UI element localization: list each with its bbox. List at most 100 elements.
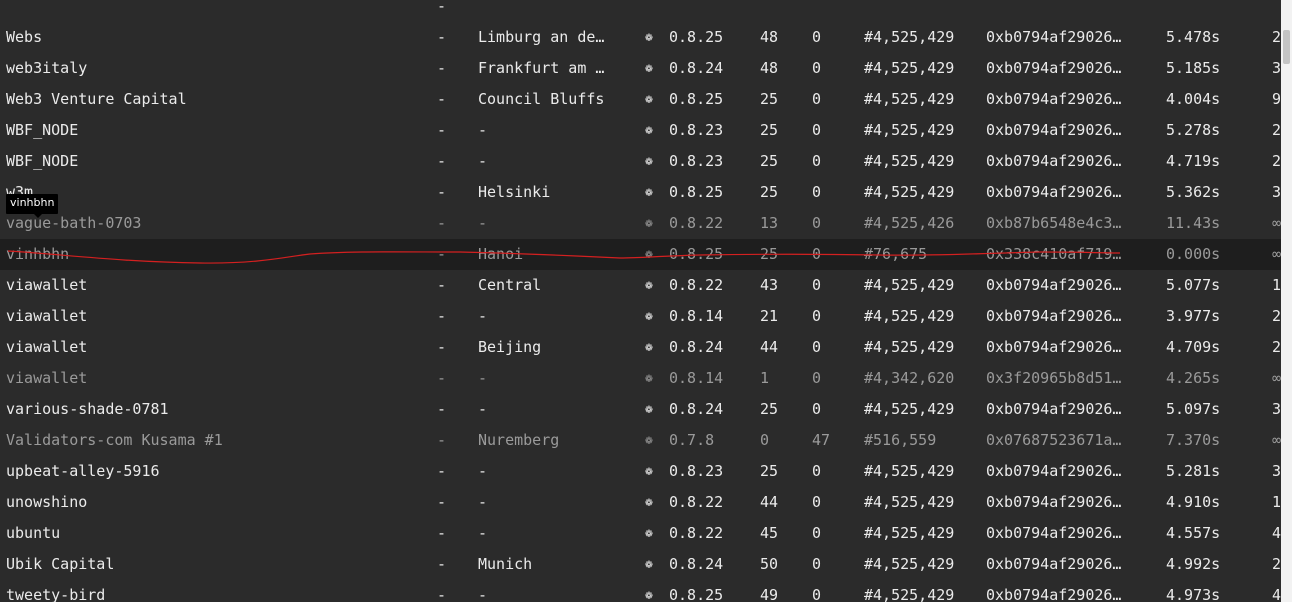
node-name: viawallet: [6, 369, 88, 387]
table-row[interactable]: viawallet - Central ❁ 0.8.22 43 0 #4,525,429 0xb…: [0, 270, 1281, 301]
cpu-icon: ❁: [645, 588, 653, 602]
peer-count: 1: [760, 369, 770, 387]
peer-count: 13: [760, 214, 779, 232]
peer-count: 25: [760, 245, 779, 263]
table-row[interactable]: web3italy - Frankfurt am … ❁ 0.8.24 48 0 #4,525…: [0, 53, 1281, 84]
block-hash: 0x3f20965b8d51…: [986, 369, 1122, 387]
table-row[interactable]: various-shade-0781 - - ❁ 0.8.24 25 0 #4,525,429…: [0, 394, 1281, 425]
pending-txs: 0: [812, 493, 822, 511]
location: -: [478, 152, 488, 170]
location: Nuremberg: [478, 431, 560, 449]
table-row[interactable]: WBF_NODE - - ❁ 0.8.23 25 0 #4,525,429 0xb0794af2…: [0, 115, 1281, 146]
block-time: 5.362s: [1166, 183, 1221, 201]
node-name: viawallet: [6, 307, 88, 325]
table-row[interactable]: viawallet - Beijing ❁ 0.8.24 44 0 #4,525,429 0xb…: [0, 332, 1281, 363]
propagation: 2: [1272, 307, 1281, 325]
best-block: #4,525,429: [864, 59, 955, 77]
pending-txs: 0: [812, 369, 822, 387]
version: 0.8.23: [669, 152, 724, 170]
pending-txs: 0: [812, 121, 822, 139]
version: 0.8.25: [669, 90, 724, 108]
node-name: Ubik Capital: [6, 555, 115, 573]
propagation: 1: [1272, 493, 1281, 511]
block-time: 4.719s: [1166, 152, 1221, 170]
table-row[interactable]: viawallet - - ❁ 0.8.14 21 0 #4,525,429 0xb0794af…: [0, 301, 1281, 332]
table-row[interactable]: upbeat-alley-5916 - - ❁ 0.8.23 25 0 #4,525,429 0…: [0, 456, 1281, 487]
block-time: 0.000s: [1166, 245, 1221, 263]
node-name: vinhbhn: [6, 245, 70, 263]
table-row[interactable]: Webs - Limburg an de… ❁ 0.8.25 48 0 #4,525,429 0…: [0, 22, 1281, 53]
block-hash: 0xb0794af29026…: [986, 59, 1122, 77]
implementation: -: [437, 28, 447, 46]
pending-txs: 0: [812, 338, 822, 356]
vertical-scrollbar[interactable]: [1281, 0, 1292, 602]
peer-count: 25: [760, 152, 779, 170]
block-hash: 0xb0794af29026…: [986, 462, 1122, 480]
block-time: 4.910s: [1166, 493, 1221, 511]
block-hash: 0xb0794af29026…: [986, 276, 1122, 294]
propagation: 9: [1272, 90, 1281, 108]
pending-txs: 0: [812, 152, 822, 170]
node-name: web3italy: [6, 59, 88, 77]
scrollbar-thumb[interactable]: [1283, 30, 1290, 64]
block-hash: 0xb0794af29026…: [986, 586, 1122, 602]
block-hash: 0xb0794af29026…: [986, 555, 1122, 573]
cpu-icon: ❁: [645, 123, 653, 138]
table-row[interactable]: unowshino - - ❁ 0.8.22 44 0 #4,525,429 0xb0794af…: [0, 487, 1281, 518]
cpu-icon: ❁: [645, 61, 653, 76]
table-row[interactable]: tweety-bird - - ❁ 0.8.25 49 0 #4,525,429 0xb0794…: [0, 580, 1281, 602]
block-time: 4.709s: [1166, 338, 1221, 356]
peer-count: 21: [760, 307, 779, 325]
propagation: ∞: [1272, 431, 1281, 449]
table-row[interactable]: viawallet - - ❁ 0.8.14 1 0 #4,342,620 0x3f20965b…: [0, 363, 1281, 394]
version: 0.8.22: [669, 524, 724, 542]
version: 0.7.8: [669, 431, 715, 449]
table-row[interactable]: vague-bath-0703 - - ❁ 0.8.22 13 0 #4,525,426 0xb…: [0, 208, 1281, 239]
implementation: -: [437, 183, 447, 201]
propagation: 2: [1272, 338, 1281, 356]
table-row[interactable]: ubuntu - - ❁ 0.8.22 45 0 #4,525,429 0xb0794af290…: [0, 518, 1281, 549]
table-row[interactable]: w3m - Helsinki ❁ 0.8.25 25 0 #4,525,429 0xb0794a…: [0, 177, 1281, 208]
best-block: #4,525,429: [864, 307, 955, 325]
peer-count: 0: [760, 431, 770, 449]
peer-count: 45: [760, 524, 779, 542]
location: -: [478, 586, 488, 602]
cpu-icon: ❁: [645, 371, 653, 386]
node-name: WBF_NODE: [6, 152, 79, 170]
implementation: -: [437, 152, 447, 170]
cpu-icon: ❁: [645, 340, 653, 355]
table-row[interactable]: Ubik Capital - Munich ❁ 0.8.24 50 0 #4,525,429 0…: [0, 549, 1281, 580]
propagation: 3: [1272, 462, 1281, 480]
table-row[interactable]: Validators-com Kusama #1 - Nuremberg ❁ 0.7.8…: [0, 425, 1281, 456]
peer-count: 25: [760, 183, 779, 201]
location: -: [478, 400, 488, 418]
node-name: WBF_NODE: [6, 121, 79, 139]
peer-count: 49: [760, 586, 779, 602]
block-hash: 0x07687523671a…: [986, 431, 1122, 449]
propagation: ∞: [1272, 369, 1281, 387]
table-row[interactable]: -: [0, 0, 1281, 22]
implementation: -: [437, 369, 447, 387]
node-table: - Webs - Limburg an de… ❁ 0.8.25 48 0 #4,525,429…: [0, 0, 1281, 602]
node-name: ubuntu: [6, 524, 61, 542]
cpu-icon: ❁: [645, 402, 653, 417]
pending-txs: 0: [812, 183, 822, 201]
propagation: ∞: [1272, 214, 1281, 232]
block-time: 4.992s: [1166, 555, 1221, 573]
node-name: Validators-com Kusama #1: [6, 431, 223, 449]
table-row[interactable]: vinhbhn - Hanoi ❁ 0.8.25 25 0 #76,675 0x338c410a…: [0, 239, 1281, 270]
table-row[interactable]: Web3 Venture Capital - Council Bluffs ❁ 0.8.…: [0, 84, 1281, 115]
version: 0.8.14: [669, 369, 724, 387]
location: -: [478, 493, 488, 511]
node-name: Web3 Venture Capital: [6, 90, 187, 108]
node-name: upbeat-alley-5916: [6, 462, 160, 480]
peer-count: 44: [760, 493, 779, 511]
table-row[interactable]: WBF_NODE - - ❁ 0.8.23 25 0 #4,525,429 0xb0794af2…: [0, 146, 1281, 177]
block-time: 4.557s: [1166, 524, 1221, 542]
block-time: 3.977s: [1166, 307, 1221, 325]
version: 0.8.24: [669, 555, 724, 573]
implementation: -: [437, 338, 447, 356]
implementation: -: [437, 245, 447, 263]
location: -: [478, 462, 488, 480]
pending-txs: 0: [812, 555, 822, 573]
